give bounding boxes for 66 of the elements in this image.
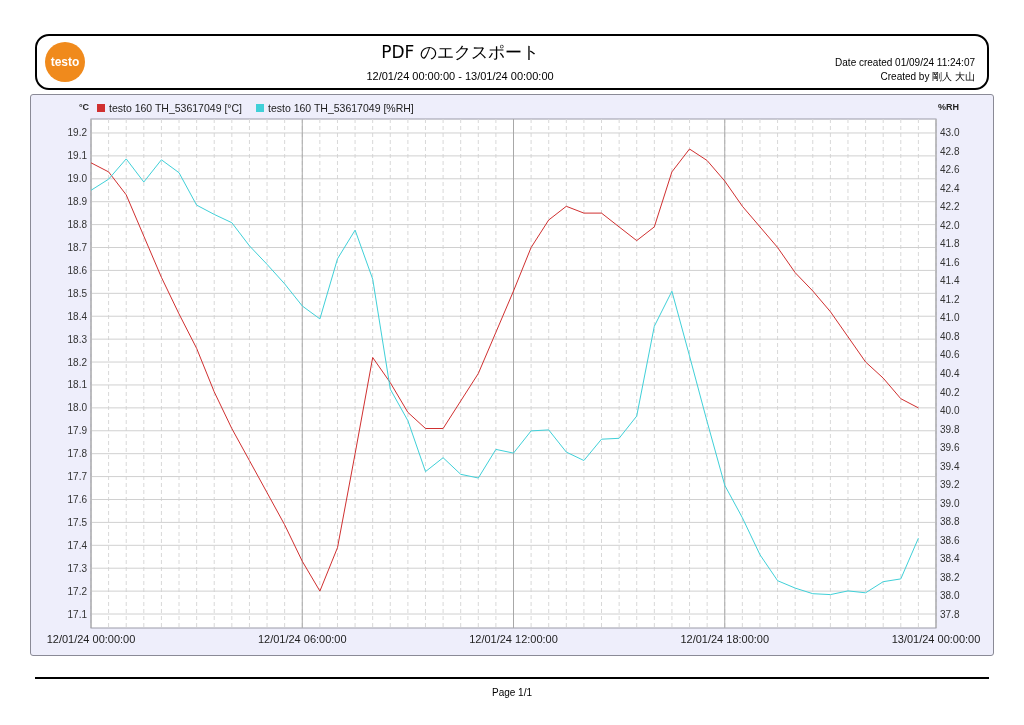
axis-tick-label: 17.7 [67, 471, 87, 483]
axis-tick-label: 41.8 [940, 238, 960, 250]
axis-tick-label: 43.0 [940, 127, 960, 139]
axis-tick-label: 38.6 [940, 534, 960, 546]
axis-tick-label: 39.8 [940, 423, 960, 435]
axis-tick-label: 37.8 [940, 608, 960, 620]
axis-tick-label: 18.3 [67, 333, 87, 345]
axis-tick-label: 17.3 [67, 562, 87, 574]
axis-tick-label: 18.6 [67, 264, 87, 276]
axis-tick-label: 42.0 [940, 220, 960, 231]
axis-tick-label: 18.2 [67, 356, 87, 368]
axis-tick-label: 12/01/24 18:00:00 [680, 633, 770, 645]
axis-tick-label: 38.8 [940, 516, 960, 527]
page-number: Page 1/1 [491, 686, 532, 700]
legend-label: testo 160 TH_53617049 [%RH] [268, 102, 414, 114]
axis-tick-label: 42.6 [940, 164, 960, 176]
axis-tick-label: 17.4 [67, 539, 87, 551]
axis-tick-label: 38.0 [940, 590, 960, 602]
axis-tick-label: 41.4 [940, 275, 960, 287]
axis-tick-label: 17.5 [67, 516, 87, 528]
legend-swatch [97, 104, 105, 112]
axis-tick-label: 39.6 [940, 442, 960, 453]
axis-tick-label: 40.6 [940, 349, 960, 361]
axis-tick-label: 39.4 [940, 460, 960, 472]
axis-tick-label: 18.1 [67, 379, 87, 391]
axis-tick-label: 40.0 [940, 405, 960, 416]
axis-unit-label: °C [79, 102, 90, 112]
axis-tick-label: 12/01/24 06:00:00 [257, 633, 347, 645]
date-range: 12/01/24 00:00:00 - 13/01/24 00:00:00 [366, 68, 554, 84]
axis-tick-label: 19.1 [67, 150, 87, 162]
axis-tick-label: 17.9 [67, 425, 87, 437]
axis-tick-label: 39.0 [940, 497, 960, 509]
axis-tick-label: 12/01/24 00:00:00 [46, 633, 136, 645]
axis-tick-label: 42.8 [940, 145, 960, 157]
axis-tick-label: 12/01/24 12:00:00 [469, 633, 558, 645]
axis-tick-label: 18.8 [67, 219, 87, 231]
axis-tick-label: 41.6 [940, 257, 960, 268]
axis-tick-label: 42.2 [940, 201, 960, 213]
axis-tick-label: 40.2 [940, 386, 960, 398]
axis-tick-label: 38.4 [940, 553, 960, 564]
axis-tick-label: 17.8 [67, 448, 87, 460]
report-title: PDF のエクスポート [381, 40, 539, 64]
axis-tick-label: 18.9 [67, 196, 87, 208]
created-by: Created by 剛人 大山 [880, 70, 975, 84]
date-created: Date created 01/09/24 11:24:07 [835, 56, 975, 70]
axis-unit-label: %RH [938, 102, 959, 112]
axis-tick-label: 17.1 [67, 608, 87, 620]
logo: testo [45, 42, 85, 82]
axis-tick-label: 39.2 [940, 479, 960, 490]
axis-tick-label: 41.0 [940, 312, 960, 324]
axis-tick-label: 19.2 [67, 127, 87, 139]
axis-tick-label: 17.2 [67, 585, 87, 597]
legend-label: testo 160 TH_53617049 [°C] [109, 102, 242, 114]
legend-swatch [256, 104, 264, 112]
axis-tick-label: 40.8 [940, 331, 960, 342]
axis-tick-label: 19.0 [67, 173, 87, 185]
axis-tick-label: 40.4 [940, 368, 960, 379]
axis-tick-label: 17.6 [67, 494, 87, 505]
axis-tick-label: 13/01/24 00:00:00 [891, 633, 981, 645]
axis-tick-label: 41.2 [940, 294, 960, 305]
axis-tick-label: 18.4 [67, 310, 87, 322]
axis-tick-label: 18.5 [67, 287, 87, 299]
axis-tick-label: 42.4 [940, 183, 960, 194]
axis-tick-label: 18.7 [67, 242, 87, 253]
axis-tick-label: 38.2 [940, 571, 960, 583]
axis-tick-label: 18.0 [67, 402, 87, 414]
